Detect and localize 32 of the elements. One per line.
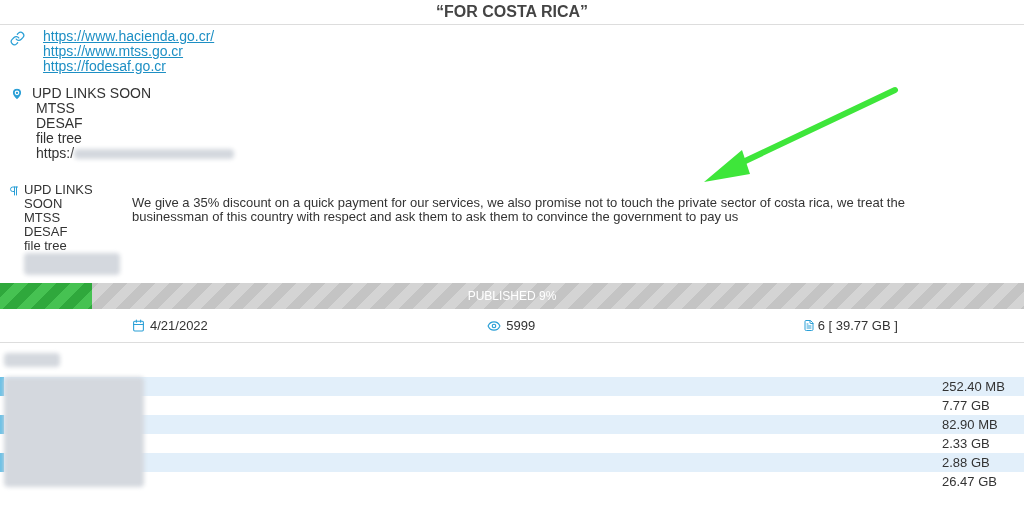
file-size: 2.88 GB (942, 453, 991, 472)
file-icon (802, 319, 815, 332)
publish-date: 4/21/2022 (150, 316, 208, 335)
progress-label: PUBLISHED 9% (467, 288, 557, 305)
link-icon (10, 31, 25, 46)
file-size: 252.40 MB (942, 377, 1006, 396)
blurred-text (4, 352, 60, 367)
location-pin-icon (10, 87, 24, 101)
block-line: DESAF (24, 225, 68, 239)
block-line: https:/ (35, 146, 75, 161)
block-line: file tree (35, 131, 82, 146)
eye-icon (487, 318, 502, 333)
block-line: MTSS (35, 101, 75, 116)
ransom-message: We give a 35% discount on a quick payment for our services, we also promise not to touch the private sector of costa rica, we treat the businessman of this country with respect and ask them to ask them to convince the government to pay us (132, 194, 906, 226)
file-size: 82.90 MB (942, 415, 999, 434)
view-count: 5999 (506, 316, 536, 335)
file-size: 7.77 GB (942, 396, 991, 415)
block-line: DESAF (35, 116, 83, 131)
block-line: UPD LINKS (24, 183, 93, 197)
block-line: SOON (24, 197, 63, 211)
page-title: “FOR COSTA RICA” (436, 2, 588, 22)
url-link[interactable]: https://fodesaf.go.cr (43, 59, 215, 74)
file-size: 2.33 GB (942, 434, 991, 453)
file-size: 26.47 GB (942, 472, 998, 491)
url-link[interactable]: https://www.hacienda.go.cr/ (43, 29, 215, 44)
calendar-icon (132, 319, 145, 332)
pilcrow-icon (8, 184, 20, 198)
block-line: MTSS (24, 211, 61, 225)
url-link[interactable]: https://www.mtss.go.cr (43, 44, 215, 59)
block-line: UPD LINKS SOON (32, 86, 152, 101)
block-line: file tree (24, 239, 67, 253)
file-summary: 6 [ 39.77 GB ] (817, 316, 898, 335)
